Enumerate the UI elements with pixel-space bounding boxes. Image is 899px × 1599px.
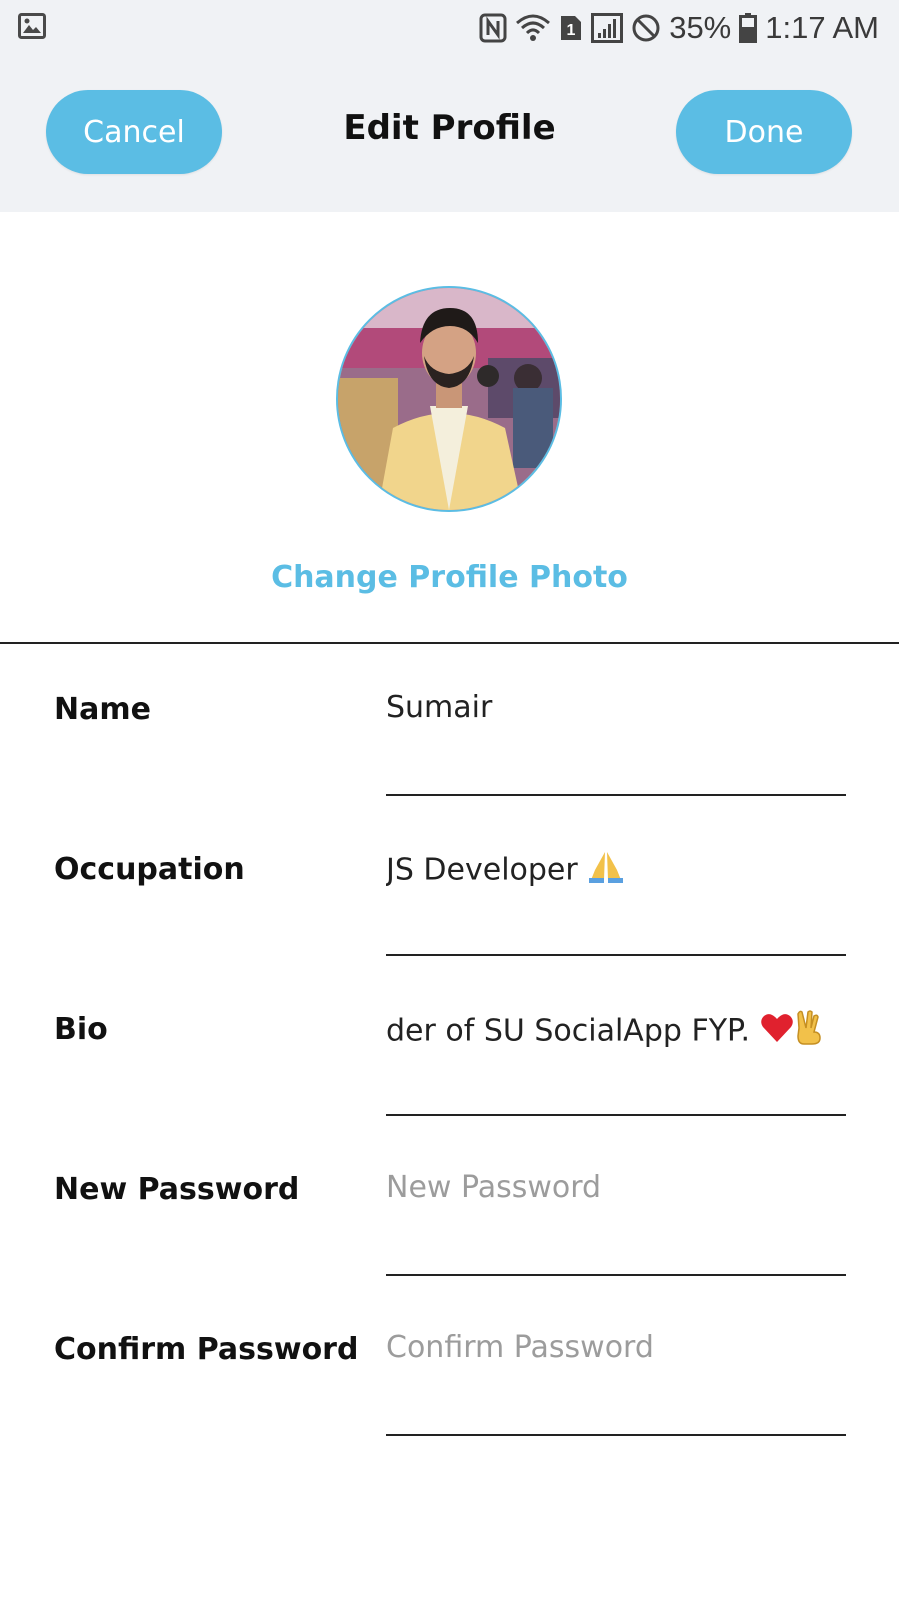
new-password-input[interactable]: New Password [386,1170,846,1205]
bio-value: der of SU SocialApp FYP. [386,1013,750,1049]
confirm-password-placeholder: Confirm Password [386,1330,654,1365]
section-divider [0,642,899,644]
heart-icon [760,1012,794,1052]
name-input[interactable]: Sumair [386,690,846,725]
new-password-underline [386,1274,846,1276]
clock: 1:17 AM [765,10,879,45]
wifi-icon [515,13,551,43]
battery-icon [739,13,758,43]
occupation-label: Occupation [54,852,245,887]
occupation-input[interactable]: JS Developer [386,850,846,892]
battery-percent: 35% [669,10,732,45]
sim-badge: 1 [567,22,576,39]
bio-input[interactable]: der of SU SocialApp FYP. [386,1010,846,1054]
confirm-password-underline [386,1434,846,1436]
new-password-label: New Password [54,1172,300,1207]
name-underline [386,794,846,796]
avatar[interactable] [336,286,562,512]
change-profile-photo-link[interactable]: Change Profile Photo [0,560,899,595]
do-not-disturb-icon [631,13,661,43]
bio-underline [386,1114,846,1116]
nfc-icon [479,13,507,43]
occupation-value: JS Developer [386,852,578,888]
signal-icon [591,13,624,43]
confirm-password-label: Confirm Password [54,1332,359,1367]
confirm-password-input[interactable]: Confirm Password [386,1330,846,1365]
new-password-placeholder: New Password [386,1170,602,1205]
header-bar: Cancel Edit Profile Done [0,56,899,212]
folded-hands-icon [587,850,625,892]
name-value: Sumair [386,690,493,725]
status-bar: 1 35% 1:17 AM [0,0,899,56]
name-label: Name [54,692,151,727]
bio-label: Bio [54,1012,108,1047]
done-button[interactable]: Done [676,90,852,174]
sim-icon: 1 [559,14,583,42]
image-icon [18,13,46,43]
occupation-underline [386,954,846,956]
victory-hand-icon [794,1010,824,1054]
